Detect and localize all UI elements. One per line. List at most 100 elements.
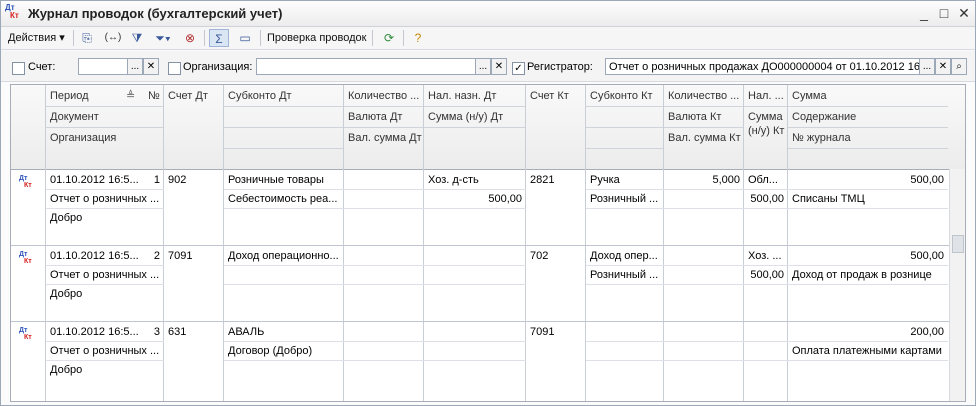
col-currency-dt[interactable]: Валюта Дт (344, 107, 424, 127)
account-label: Счет: (28, 61, 56, 73)
tax-kt-cell[interactable]: Обл... (744, 171, 788, 190)
col-qty-dt[interactable]: Количество ... (344, 86, 424, 106)
col-document[interactable]: Документ (46, 107, 164, 127)
registrar-select-button[interactable]: ... (919, 58, 935, 75)
account-kt-cell[interactable]: 7091 (526, 323, 586, 342)
document-cell[interactable]: Отчет о розничных ... (46, 190, 164, 209)
content-cell[interactable]: Доход от продаж в рознице (788, 266, 948, 285)
content-cell[interactable]: Списаны ТМЦ (788, 190, 948, 209)
num-cell[interactable]: 3 (144, 323, 164, 342)
col-num[interactable]: № (144, 86, 164, 106)
window-title: Журнал проводок (бухгалтерский учет) (28, 6, 283, 21)
filter-by-value-icon[interactable]: ⧩ (127, 29, 147, 47)
tax-dt-cell[interactable]: Хоз. д-сть (424, 171, 526, 190)
col-sum[interactable]: Сумма (788, 86, 948, 106)
org-clear-button[interactable]: ✕ (491, 58, 507, 75)
clear-filter-icon[interactable]: ⊗ (180, 29, 200, 47)
subconto-dt-cell-2[interactable]: Договор (Добро) (224, 342, 344, 361)
entries-table[interactable]: Период ≜ № Счет Дт Субконто Дт Количество… (10, 84, 966, 402)
subconto-kt-cell[interactable]: Ручка (586, 171, 664, 190)
document-cell[interactable]: Отчет о розничных ... (46, 266, 164, 285)
content-cell[interactable]: Оплата платежными картами (788, 342, 948, 361)
filter-menu-icon[interactable]: ⏷▾ (153, 29, 173, 47)
document-cell[interactable]: Отчет о розничных ... (46, 342, 164, 361)
check-entries-button[interactable]: Проверка проводок (267, 29, 366, 47)
col-journal-no[interactable]: № журнала (788, 128, 948, 148)
period-cell[interactable]: 01.10.2012 16:5... (46, 323, 146, 342)
organization-cell[interactable]: Добро (46, 361, 164, 380)
subconto-kt-cell-2[interactable]: Розничный ... (586, 266, 664, 285)
col-val-sum-kt[interactable]: Вал. сумма Кт (664, 128, 744, 162)
help-icon[interactable]: ? (408, 29, 428, 47)
vertical-scrollbar[interactable] (949, 169, 965, 401)
col-period[interactable]: Период ≜ (46, 86, 144, 106)
col-account-kt[interactable]: Счет Кт (526, 86, 586, 106)
org-select-button[interactable]: ... (475, 58, 491, 75)
subconto-dt-cell[interactable]: АВАЛЬ (224, 323, 344, 342)
toolbar: Действия ▾ ⎘ (↔) ⧩ ⏷▾ ⊗ Σ ▭ Проверка про… (1, 27, 975, 50)
subconto-kt-cell-2[interactable]: Розничный ... (586, 190, 664, 209)
account-input[interactable] (78, 58, 128, 75)
col-subconto-dt[interactable]: Субконто Дт (224, 86, 344, 106)
num-cell[interactable]: 1 (144, 171, 164, 190)
org-checkbox[interactable] (168, 62, 181, 75)
title-bar: Дт Кт Журнал проводок (бухгалтерский учет… (1, 1, 975, 27)
register-icon[interactable]: ▭ (235, 29, 255, 47)
col-subconto-kt[interactable]: Субконто Кт (586, 86, 664, 106)
subconto-dt-cell[interactable]: Доход операционно... (224, 247, 344, 266)
account-dt-cell[interactable]: 7091 (164, 247, 224, 266)
account-dt-cell[interactable]: 631 (164, 323, 224, 342)
subconto-kt-cell[interactable]: Доход опер... (586, 247, 664, 266)
sum-cell[interactable]: 500,00 (788, 247, 948, 266)
dt-kt-icon: Дт Кт (19, 175, 32, 189)
account-clear-button[interactable]: ✕ (143, 58, 159, 75)
col-qty-kt[interactable]: Количество ... (664, 86, 744, 106)
sum-nu-kt-cell[interactable]: 500,00 (744, 266, 788, 285)
sum-nu-dt-cell[interactable]: 500,00 (424, 190, 526, 209)
account-dt-cell[interactable]: 902 (164, 171, 224, 190)
col-account-dt[interactable]: Счет Дт (164, 86, 224, 106)
sum-cell[interactable]: 500,00 (788, 171, 948, 190)
registrar-clear-button[interactable]: ✕ (935, 58, 951, 75)
col-sum-nu-kt[interactable]: Сумма (н/у) Кт (744, 107, 788, 151)
organization-cell[interactable]: Добро (46, 285, 164, 304)
maximize-button[interactable]: □ (935, 4, 953, 22)
dt-kt-icon: Дт Кт (5, 3, 19, 20)
sum-cell[interactable]: 200,00 (788, 323, 948, 342)
subconto-dt-cell-2[interactable]: Себестоимость реа... (224, 190, 344, 209)
sum-nu-kt-cell[interactable]: 500,00 (744, 190, 788, 209)
account-select-button[interactable]: ... (127, 58, 143, 75)
minimize-button[interactable]: _ (915, 4, 933, 22)
col-sum-nu-dt[interactable]: Сумма (н/у) Дт (424, 107, 526, 127)
table-header: Период ≜ № Счет Дт Субконто Дт Количество… (11, 85, 965, 170)
col-currency-kt[interactable]: Валюта Кт (664, 107, 744, 127)
subconto-dt-cell[interactable]: Розничные товары (224, 171, 344, 190)
sum-icon[interactable]: Σ (209, 29, 229, 47)
scrollbar-thumb[interactable] (952, 235, 964, 253)
edit-icon[interactable]: (↔) (103, 29, 123, 47)
col-tax-kt[interactable]: Нал. ... (744, 86, 788, 106)
col-organization[interactable]: Организация (46, 128, 164, 148)
registrar-checkbox[interactable]: ✓ (512, 62, 525, 75)
open-document-icon[interactable]: ⎘ (77, 29, 97, 47)
close-button[interactable]: ✕ (955, 4, 973, 22)
period-cell[interactable]: 01.10.2012 16:5... (46, 247, 146, 266)
account-checkbox[interactable] (12, 62, 25, 75)
account-kt-cell[interactable]: 2821 (526, 171, 586, 190)
journal-window: Дт Кт Журнал проводок (бухгалтерский учет… (0, 0, 976, 406)
organization-cell[interactable]: Добро (46, 209, 164, 228)
registrar-label: Регистратор: (527, 61, 593, 73)
col-val-sum-dt[interactable]: Вал. сумма Дт (344, 128, 424, 162)
refresh-icon[interactable]: ⟳ (379, 29, 399, 47)
col-tax-dt[interactable]: Нал. назн. Дт (424, 86, 526, 106)
org-input[interactable] (256, 58, 476, 75)
account-kt-cell[interactable]: 702 (526, 247, 586, 266)
actions-menu[interactable]: Действия ▾ (8, 29, 65, 47)
period-cell[interactable]: 01.10.2012 16:5... (46, 171, 146, 190)
tax-kt-cell[interactable]: Хоз. ... (744, 247, 788, 266)
num-cell[interactable]: 2 (144, 247, 164, 266)
search-icon[interactable]: ⌕ (951, 58, 967, 75)
registrar-input[interactable]: Отчет о розничных продажах ДО000000004 о… (605, 58, 920, 75)
col-content[interactable]: Содержание (788, 107, 948, 127)
qty-kt-cell[interactable]: 5,000 (664, 171, 744, 190)
